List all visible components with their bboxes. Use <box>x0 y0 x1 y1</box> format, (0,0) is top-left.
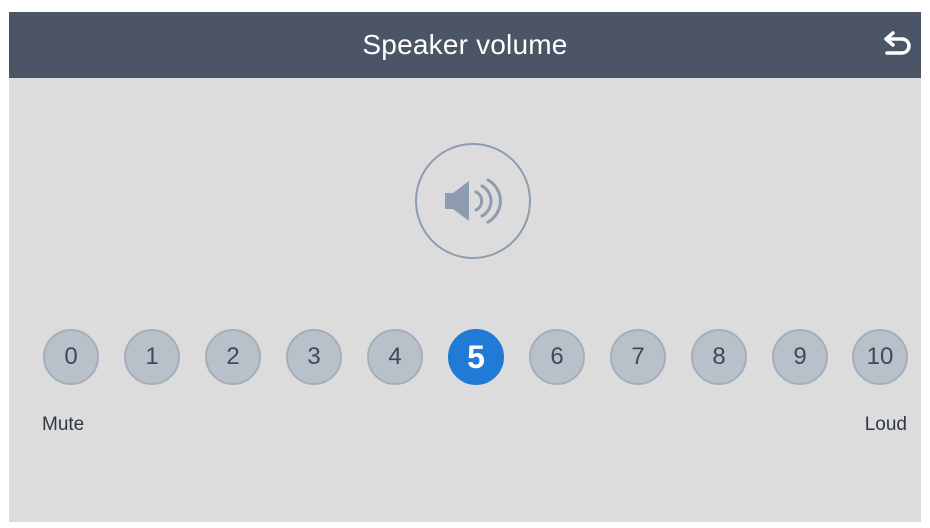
volume-level-6[interactable]: 6 <box>529 329 585 385</box>
volume-level-8[interactable]: 8 <box>691 329 747 385</box>
volume-level-2[interactable]: 2 <box>205 329 261 385</box>
volume-level-9[interactable]: 9 <box>772 329 828 385</box>
volume-level-3[interactable]: 3 <box>286 329 342 385</box>
volume-level-1[interactable]: 1 <box>124 329 180 385</box>
volume-screen: Speaker volume 0 1 2 3 4 5 6 7 8 9 10 Mu… <box>9 12 921 522</box>
volume-level-0[interactable]: 0 <box>43 329 99 385</box>
volume-level-5[interactable]: 5 <box>448 329 504 385</box>
loud-label: Loud <box>864 414 907 435</box>
volume-level-4[interactable]: 4 <box>367 329 423 385</box>
volume-level-7[interactable]: 7 <box>610 329 666 385</box>
volume-level-10[interactable]: 10 <box>852 329 908 385</box>
mute-label: Mute <box>42 414 85 435</box>
volume-level-selector: 0 1 2 3 4 5 6 7 8 9 10 <box>9 12 921 522</box>
